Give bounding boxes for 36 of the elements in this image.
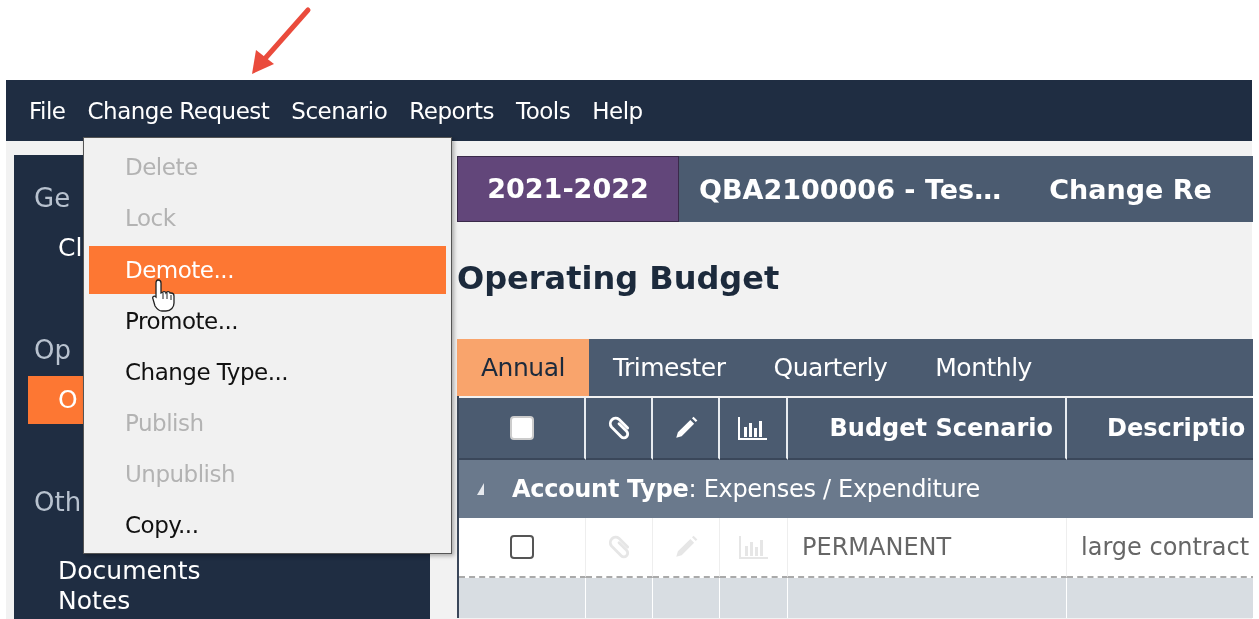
pencil-icon: [673, 534, 699, 560]
period-tab[interactable]: Annual: [457, 339, 589, 396]
period-tab[interactable]: Monthly: [911, 339, 1056, 396]
column-header[interactable]: Descriptio: [1067, 398, 1253, 460]
menu-option[interactable]: Copy...: [89, 500, 446, 551]
record-type: Change Re: [1048, 173, 1212, 205]
menu-item[interactable]: Scenario: [282, 91, 397, 130]
record-title: QBA2100006 - Tes…: [698, 173, 1002, 205]
period-tab[interactable]: Trimester: [588, 339, 750, 396]
sidebar-heading: Ge: [34, 183, 71, 213]
column-header[interactable]: Budget Scenario: [788, 398, 1067, 460]
sidebar-item[interactable]: Cl: [58, 233, 83, 263]
sidebar-item[interactable]: Notes: [58, 586, 131, 616]
sidebar-item[interactable]: Documents: [58, 556, 201, 586]
page-title: Operating Budget: [457, 258, 781, 299]
table-cell: large contract: [1067, 518, 1253, 578]
bar-chart-icon: [737, 534, 770, 560]
menu-item[interactable]: Reports: [400, 91, 504, 130]
row-checkbox[interactable]: [510, 535, 534, 559]
bar-chart-icon[interactable]: [737, 415, 769, 441]
paperclip-icon: [606, 534, 632, 560]
sidebar-heading: Op: [34, 335, 71, 365]
menu-item[interactable]: File: [20, 91, 75, 130]
period-tab[interactable]: Quarterly: [749, 339, 912, 396]
collapse-triangle-icon[interactable]: [477, 483, 484, 495]
hand-cursor-icon: [152, 278, 178, 312]
menu-option[interactable]: Change Type...: [89, 347, 446, 398]
menu-item[interactable]: Change Request: [78, 91, 279, 130]
menu-option[interactable]: Promote...: [89, 296, 446, 347]
menu-item[interactable]: Tools: [507, 91, 580, 130]
group-label: Account Type: Expenses / Expenditure: [512, 475, 980, 503]
select-all-checkbox[interactable]: [509, 416, 534, 440]
table-cell: PERMANENT: [788, 518, 1067, 578]
year-badge: 2021-2022: [457, 156, 679, 222]
menu-item[interactable]: Help: [583, 91, 652, 130]
sidebar-heading: Oth: [34, 487, 82, 517]
